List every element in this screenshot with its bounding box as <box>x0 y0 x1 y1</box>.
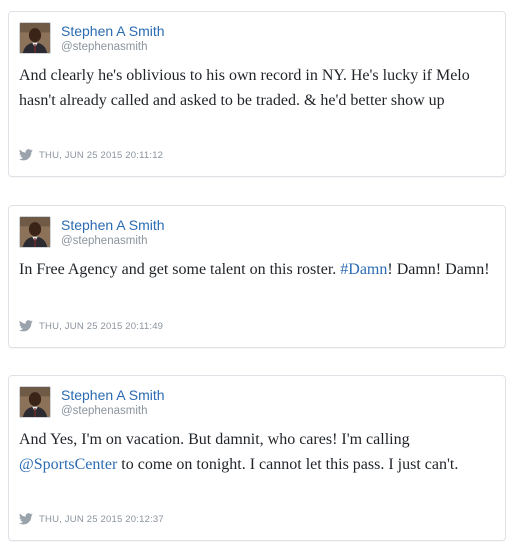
tweet-text: And Yes, I'm on vacation. But damnit, wh… <box>19 428 493 477</box>
tweet-timestamp[interactable]: THU, JUN 25 2015 20:11:49 <box>39 321 163 332</box>
tweet-text-segment: In Free Agency and get some talent on th… <box>19 261 341 278</box>
tweet-meta: THU, JUN 25 2015 20:12:37 <box>19 513 164 525</box>
mention-link[interactable]: @SportsCenter <box>19 456 117 473</box>
author-handle[interactable]: @stephenasmith <box>61 41 147 53</box>
tweet-text-segment: ! Damn! Damn! <box>387 261 490 278</box>
tweet-text: And clearly he's oblivious to his own re… <box>19 64 493 113</box>
tweet-card: Stephen A Smith @stephenasmith In Free A… <box>8 205 506 348</box>
tweet-timestamp[interactable]: THU, JUN 25 2015 20:12:37 <box>39 514 164 525</box>
tweet-meta: THU, JUN 25 2015 20:11:12 <box>19 149 163 161</box>
tweet-card: Stephen A Smith @stephenasmith And clear… <box>8 11 506 177</box>
tweet-card: Stephen A Smith @stephenasmith And Yes, … <box>8 375 506 541</box>
hashtag-link[interactable]: #Damn <box>340 261 387 278</box>
tweet-text-segment: And Yes, I'm on vacation. But damnit, wh… <box>19 431 410 448</box>
author-handle[interactable]: @stephenasmith <box>61 405 147 417</box>
avatar[interactable] <box>19 22 51 54</box>
author-name[interactable]: Stephen A Smith <box>61 23 165 39</box>
tweet-text-segment: And clearly he's oblivious to his own re… <box>19 67 470 109</box>
avatar[interactable] <box>19 216 51 248</box>
author-name[interactable]: Stephen A Smith <box>61 217 165 233</box>
tweet-meta: THU, JUN 25 2015 20:11:49 <box>19 320 163 332</box>
twitter-bird-icon <box>19 149 33 161</box>
author-name[interactable]: Stephen A Smith <box>61 387 165 403</box>
twitter-bird-icon <box>19 513 33 525</box>
tweet-text: In Free Agency and get some talent on th… <box>19 258 493 283</box>
author-handle[interactable]: @stephenasmith <box>61 235 147 247</box>
avatar[interactable] <box>19 386 51 418</box>
tweet-text-segment: to come on tonight. I cannot let this pa… <box>117 455 459 473</box>
tweet-timestamp[interactable]: THU, JUN 25 2015 20:11:12 <box>39 150 163 161</box>
twitter-bird-icon <box>19 320 33 332</box>
